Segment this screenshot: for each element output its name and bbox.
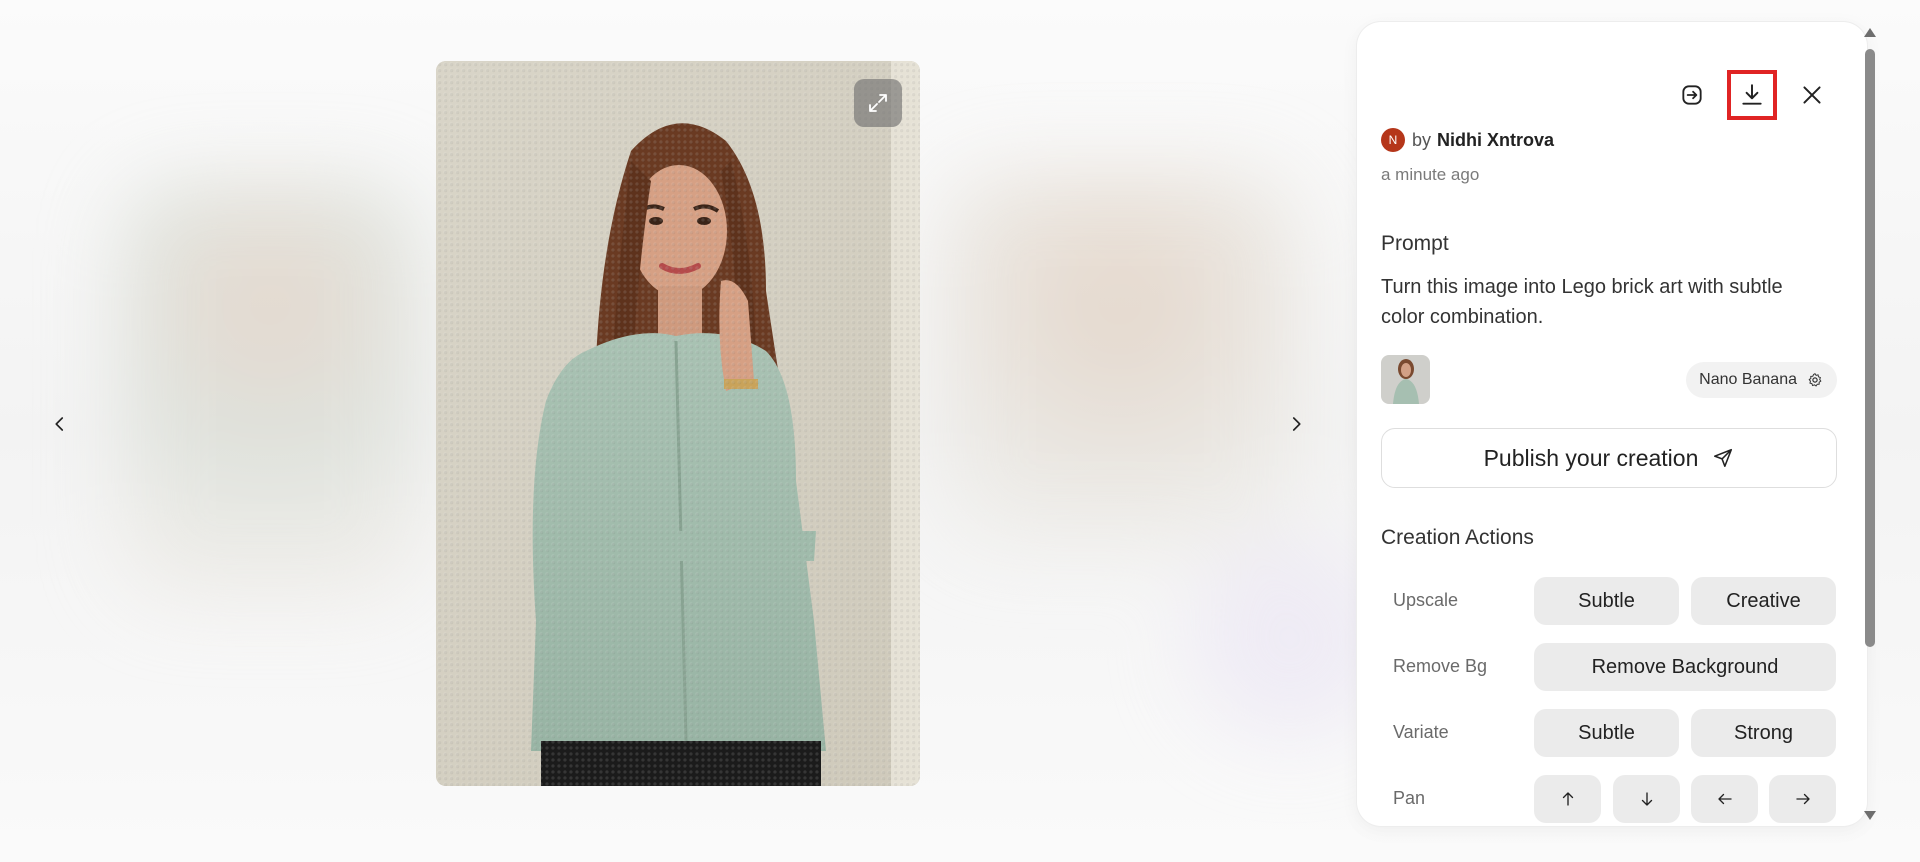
share-button[interactable] [1667, 70, 1717, 120]
reference-thumbnail[interactable] [1381, 355, 1430, 404]
scroll-up-arrow[interactable] [1864, 28, 1876, 37]
details-panel: N by Nidhi Xntrova a minute ago Prompt T… [1357, 22, 1867, 826]
creation-actions-title: Creation Actions [1381, 526, 1534, 549]
prompt-text: Turn this image into Lego brick art with… [1381, 276, 1783, 328]
variate-strong-button[interactable]: Strong [1691, 709, 1836, 757]
close-icon [1803, 86, 1821, 104]
scroll-down-arrow[interactable] [1864, 811, 1876, 820]
timestamp: a minute ago [1381, 165, 1480, 184]
share-arrow-icon [1682, 85, 1702, 105]
download-button[interactable] [1727, 70, 1777, 120]
prompt-title: Prompt [1381, 232, 1449, 255]
variate-label: Variate [1393, 722, 1449, 742]
upscale-creative-button[interactable]: Creative [1691, 577, 1836, 625]
previous-image-button[interactable] [44, 408, 76, 440]
pan-row: Pan [1381, 775, 1837, 823]
generated-image [436, 61, 920, 786]
publish-button[interactable]: Publish your creation [1381, 428, 1837, 488]
model-selector[interactable]: Nano Banana [1686, 362, 1837, 398]
upscale-label: Upscale [1393, 590, 1459, 610]
model-label: Nano Banana [1699, 371, 1797, 388]
viewer-stage: N by Nidhi Xntrova a minute ago Prompt T… [0, 0, 1920, 862]
remove-bg-label: Remove Bg [1393, 656, 1488, 676]
publish-label: Publish your creation [1483, 444, 1699, 471]
upscale-subtle-button[interactable]: Subtle [1534, 577, 1679, 625]
pan-left-button[interactable] [1691, 775, 1758, 823]
pan-up-button[interactable] [1534, 775, 1601, 823]
next-image-button[interactable] [1280, 408, 1312, 440]
pan-down-button[interactable] [1613, 775, 1680, 823]
by-label: by [1412, 129, 1432, 150]
pan-right-button[interactable] [1769, 775, 1836, 823]
upscale-row: Upscale Subtle Creative [1381, 577, 1837, 625]
variate-subtle-button[interactable]: Subtle [1534, 709, 1679, 757]
arrow-right-icon [1795, 793, 1810, 805]
arrow-down-icon [1641, 792, 1652, 806]
expand-arrows-icon [869, 94, 887, 112]
expand-image-button[interactable] [854, 79, 902, 127]
remove-background-button[interactable]: Remove Background [1534, 643, 1836, 691]
remove-bg-row: Remove Bg Remove Background [1381, 643, 1837, 691]
lego-portrait-illustration [436, 61, 920, 786]
variate-row: Variate Subtle Strong [1381, 709, 1837, 757]
panel-toolbar [1657, 70, 1837, 120]
avatar: N [1381, 128, 1405, 152]
close-button[interactable] [1787, 70, 1837, 120]
arrow-left-icon [1717, 793, 1732, 805]
send-icon [1714, 448, 1733, 468]
chevron-left-icon [55, 417, 64, 431]
pan-label: Pan [1393, 788, 1426, 808]
author-row: N by Nidhi Xntrova [1381, 128, 1554, 152]
chevron-right-icon [1292, 417, 1301, 431]
reference-image [1381, 355, 1430, 404]
panel-scrollbar[interactable] [1860, 22, 1878, 826]
gear-icon [1808, 373, 1822, 387]
author-name[interactable]: Nidhi Xntrova [1437, 130, 1554, 151]
scroll-thumb[interactable] [1865, 49, 1875, 647]
download-icon [1742, 84, 1762, 105]
arrow-up-icon [1562, 792, 1573, 806]
